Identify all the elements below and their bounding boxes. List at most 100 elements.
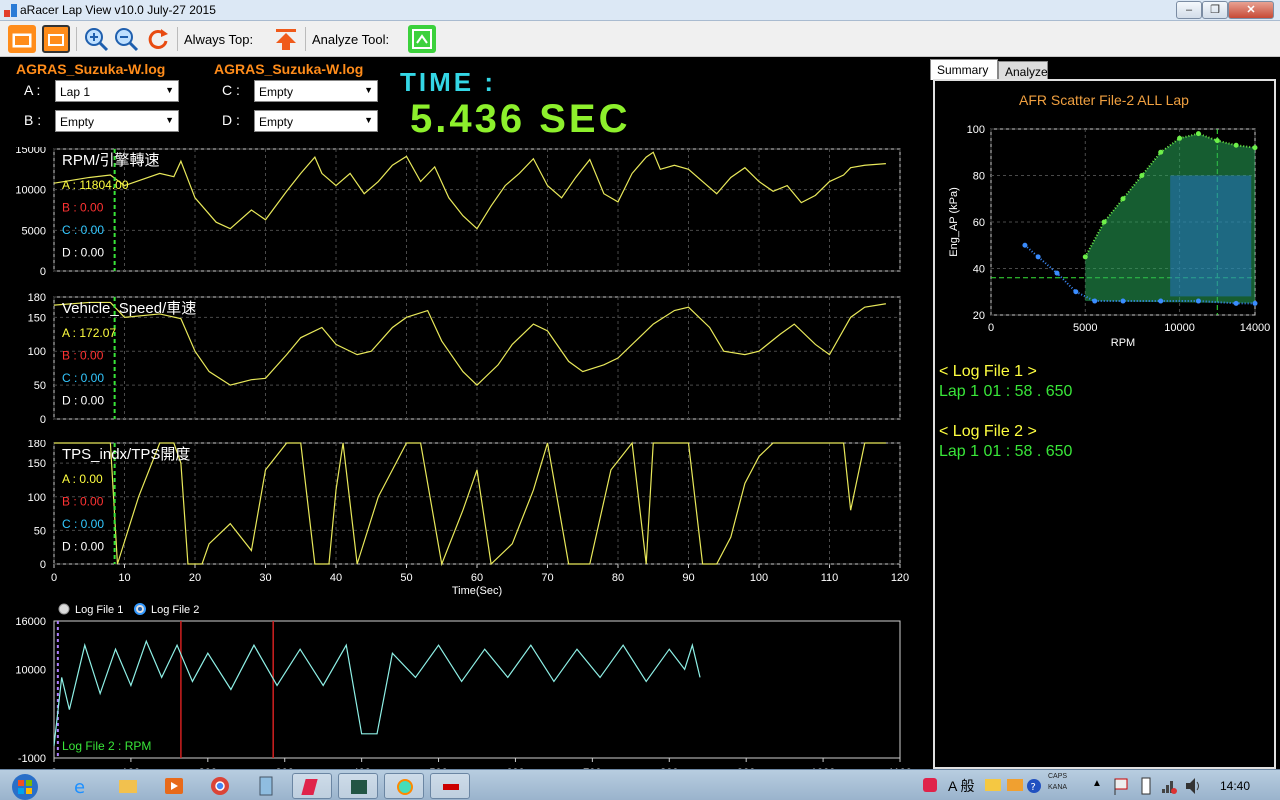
refresh-button[interactable] [144, 25, 172, 53]
log2-lap: Lap 1 01 : 58 . 650 [939, 443, 1073, 460]
aracer-icon [443, 784, 459, 790]
speed-chart[interactable]: 180 150 100 50 0 Vehicle_Speed/車速 A : 172.07 B … [0, 293, 925, 423]
tray-app-icon[interactable] [920, 773, 940, 799]
always-top-label: Always Top: [184, 32, 254, 47]
y-axis-label: Eng_AP (kPa) [948, 187, 960, 257]
summary-frame: AFR Scatter File-2 ALL Lap 100 80 60 40 20 0 50… [933, 79, 1276, 769]
close-button[interactable]: ✕ [1228, 1, 1274, 19]
title-bar: aRacer Lap View v10.0 July-27 2015 – ❐ ✕ [0, 0, 1280, 21]
clock[interactable]: 14:40 [1220, 779, 1250, 793]
chart-title: TPS_indx/TPS開度 [62, 446, 190, 463]
series-label: Log File 2 : RPM [62, 739, 151, 753]
ime-indicator[interactable]: A 般 [948, 776, 974, 796]
folder-open-icon [12, 33, 32, 48]
signal-icon [1162, 781, 1177, 794]
tab-summary[interactable]: Summary [930, 59, 998, 80]
y-tick-label: 15000 [15, 147, 46, 156]
taskbar-explorer[interactable] [108, 773, 148, 799]
maximize-button[interactable]: ❐ [1202, 1, 1228, 19]
radio-log-file-2-dot [138, 607, 142, 611]
taskbar-calculator[interactable] [246, 773, 286, 799]
app-icon [4, 4, 17, 17]
folder-open-icon [48, 34, 64, 46]
scatter-point [1195, 131, 1201, 137]
taskbar-app1[interactable] [292, 773, 332, 799]
x-axis-label: RPM [1111, 337, 1135, 349]
file2-name: AGRAS_Suzuka-W.log [214, 61, 364, 77]
lap-select-c[interactable]: Empty ▼ [254, 80, 378, 102]
lap-select-b[interactable]: Empty ▼ [55, 110, 179, 132]
x-tick-label: 70 [541, 572, 553, 584]
summary-panel: Summary Analyze AFR Scatter File-2 ALL L… [925, 57, 1280, 769]
time-label: TIME : [400, 67, 496, 97]
caps-indicator: CAPS [1048, 773, 1068, 780]
y-tick-label: 0 [40, 266, 46, 277]
x-tick-label: 80 [612, 572, 624, 584]
taskbar-app3[interactable] [384, 773, 424, 799]
minimize-button[interactable]: – [1176, 1, 1202, 19]
open-file1-button[interactable] [8, 25, 36, 53]
y-tick-label: 100 [967, 124, 985, 136]
zoom-in-icon [85, 28, 109, 52]
taskbar-chrome[interactable] [200, 773, 240, 799]
value-b: B : 0.00 [62, 349, 104, 363]
tray-battery[interactable] [1136, 773, 1156, 799]
value-c: C : 0.00 [62, 371, 104, 385]
x-tick-label: 30 [259, 572, 271, 584]
value-a: A : 172.07 [62, 326, 116, 340]
taskbar-aracer[interactable] [430, 773, 470, 799]
lap-select-d[interactable]: Empty ▼ [254, 110, 378, 132]
calculator-icon [259, 776, 273, 796]
dropdown-arrow-icon: ▼ [165, 115, 174, 125]
flag-icon [1114, 778, 1128, 795]
analyze-tool-button[interactable] [408, 25, 436, 53]
app-icon [301, 779, 318, 795]
y-tick-label: 0 [40, 559, 46, 571]
value-d: D : 0.00 [62, 246, 104, 260]
tps-chart[interactable]: 0 10 20 30 40 50 60 70 80 90 100 110 120 180 150 100 50 0… [0, 440, 925, 605]
zoom-out-icon [115, 28, 139, 52]
help-button[interactable]: ? [1024, 773, 1044, 799]
y-tick-label: 80 [973, 171, 985, 183]
lap-select-a-value: Lap 1 [60, 85, 91, 99]
refresh-icon [148, 29, 168, 49]
y-tick-label: -1000 [18, 753, 46, 765]
tray-ime-tool[interactable] [982, 773, 1004, 799]
tray-network-flag[interactable] [1110, 773, 1132, 799]
dropdown-arrow-icon: ▼ [364, 115, 373, 125]
taskbar-ie[interactable]: e [62, 773, 102, 799]
lap-select-d-value: Empty [259, 115, 294, 129]
rpm-chart[interactable]: 15000 10000 5000 0 RPM/引擎轉速 A : 11804.00 B : 0… [0, 147, 925, 277]
chart-title: RPM/引擎轉速 [62, 152, 160, 169]
always-top-button[interactable] [272, 25, 300, 53]
lap-select-a[interactable]: Lap 1 ▼ [55, 80, 179, 102]
terminal-icon [351, 780, 367, 794]
radio-log-file-1-label: Log File 1 [75, 604, 123, 616]
tray-ime-tool2[interactable] [1004, 773, 1026, 799]
overview-chart[interactable]: Log File 1Log File 21600010000-100001002… [0, 600, 925, 770]
tab-analyze[interactable]: Analyze [998, 61, 1048, 80]
tray-expand-icon[interactable]: ▲ [1092, 778, 1102, 789]
afr-scatter-chart[interactable]: AFR Scatter File-2 ALL Lap 100 80 60 40 200 50… [935, 81, 1274, 361]
selector-c-label: C : [222, 82, 240, 98]
start-button[interactable] [4, 773, 46, 800]
value-b: B : 0.00 [62, 495, 104, 509]
scatter-point [1252, 300, 1258, 306]
y-tick-label: 100 [28, 346, 46, 358]
x-tick-label: 0 [51, 572, 57, 584]
tray-volume[interactable] [1182, 773, 1204, 799]
zoom-out-button[interactable] [112, 25, 140, 53]
taskbar-media[interactable] [154, 773, 194, 799]
y-tick-label: 150 [28, 458, 46, 470]
ime-toolbar-icon [985, 779, 1001, 791]
y-tick-label: 0 [40, 414, 46, 423]
y-tick-label: 60 [973, 217, 985, 229]
zoom-in-button[interactable] [82, 25, 110, 53]
data-line [53, 639, 701, 746]
x-tick-label: 50 [400, 572, 412, 584]
value-b: B : 0.00 [62, 201, 104, 215]
taskbar-app2[interactable] [338, 773, 378, 799]
tray-signal[interactable] [1158, 773, 1180, 799]
open-file2-button[interactable] [42, 25, 70, 53]
media-player-icon [165, 778, 183, 794]
